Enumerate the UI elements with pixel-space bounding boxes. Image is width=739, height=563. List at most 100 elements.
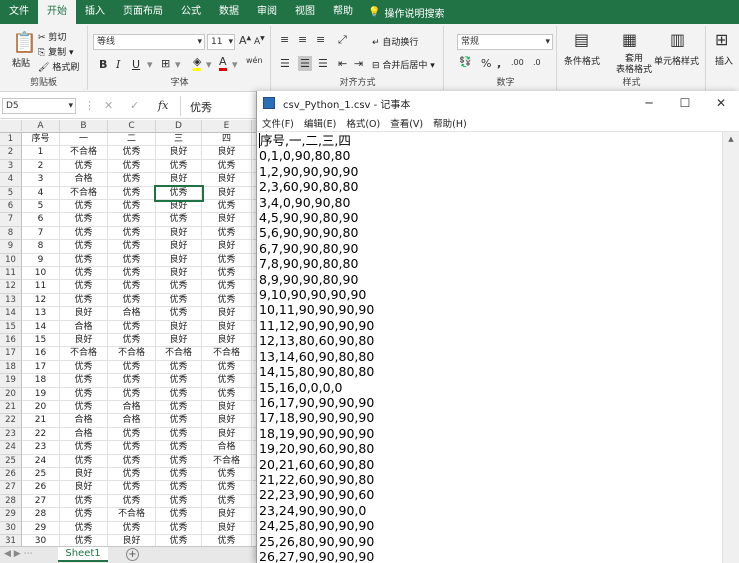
- table-cell[interactable]: 不合格: [60, 347, 108, 361]
- table-cell[interactable]: 优秀: [156, 494, 202, 509]
- notepad-text-area[interactable]: 序号,一,二,三,四 0,1,0,90,80,80 1,2,90,90,90,90 2…: [257, 132, 723, 563]
- ribbon-tab[interactable]: 插入: [76, 0, 114, 24]
- bold-button[interactable]: B: [99, 58, 107, 71]
- table-cell[interactable]: 20: [22, 401, 60, 415]
- table-cell[interactable]: 优秀: [108, 280, 156, 294]
- table-cell[interactable]: 9: [22, 253, 60, 267]
- table-cell[interactable]: 优秀: [156, 374, 202, 388]
- fill-color-icon[interactable]: ◈: [193, 56, 202, 71]
- paste-icon[interactable]: 📋: [12, 30, 37, 54]
- table-cell[interactable]: 优秀: [60, 508, 108, 522]
- table-cell[interactable]: 优秀: [202, 494, 252, 509]
- table-cell[interactable]: 良好: [156, 267, 202, 281]
- maximize-button[interactable]: ☐: [667, 91, 703, 115]
- table-cell[interactable]: 优秀: [108, 320, 156, 334]
- font-size-select[interactable]: 11 ▾: [207, 34, 235, 50]
- table-cell[interactable]: 优秀: [202, 267, 252, 281]
- row-header[interactable]: 26: [0, 468, 22, 482]
- notepad-menu-item[interactable]: 查看(V): [385, 116, 428, 130]
- row-header[interactable]: 14: [0, 307, 22, 321]
- row-header[interactable]: 11: [0, 267, 22, 281]
- table-cell[interactable]: 19: [22, 387, 60, 401]
- table-cell[interactable]: 16: [22, 347, 60, 361]
- decrease-decimal-button[interactable]: .0: [533, 58, 541, 67]
- cell-styles-icon[interactable]: ▥: [670, 30, 685, 49]
- table-cell[interactable]: 优秀: [60, 387, 108, 401]
- table-cell[interactable]: 优秀: [156, 521, 202, 535]
- comma-button[interactable]: ,: [497, 57, 501, 70]
- table-cell[interactable]: 优秀: [156, 360, 202, 375]
- insert-function-icon[interactable]: fx: [158, 99, 168, 112]
- table-cell[interactable]: 3: [22, 173, 60, 187]
- table-cell[interactable]: 优秀: [156, 468, 202, 482]
- row-header[interactable]: 5: [0, 186, 22, 200]
- table-cell[interactable]: 优秀: [156, 213, 202, 227]
- currency-icon[interactable]: 💱: [459, 57, 471, 68]
- sheet-nav-icon[interactable]: ◀ ▶ ⋯: [4, 549, 33, 559]
- table-cell[interactable]: 优秀: [108, 293, 156, 308]
- align-middle-icon[interactable]: ≡: [298, 33, 307, 46]
- row-header[interactable]: 22: [0, 414, 22, 428]
- align-right-icon[interactable]: ☰: [318, 57, 328, 70]
- table-cell[interactable]: 优秀: [60, 226, 108, 241]
- table-cell[interactable]: 三: [156, 133, 202, 147]
- table-cell[interactable]: 良好: [202, 320, 252, 334]
- table-cell[interactable]: 优秀: [108, 146, 156, 160]
- font-color-icon[interactable]: A: [219, 56, 227, 71]
- table-cell[interactable]: 25: [22, 468, 60, 482]
- table-cell[interactable]: 优秀: [156, 280, 202, 294]
- table-cell[interactable]: 合格: [60, 320, 108, 334]
- row-header[interactable]: 2: [0, 146, 22, 160]
- table-cell[interactable]: 良好: [60, 307, 108, 321]
- close-button[interactable]: ✕: [703, 91, 739, 115]
- table-cell[interactable]: 6: [22, 213, 60, 227]
- table-cell[interactable]: 良好: [108, 535, 156, 546]
- table-cell[interactable]: 优秀: [108, 468, 156, 482]
- table-cell[interactable]: 2: [22, 159, 60, 174]
- table-cell[interactable]: 优秀: [108, 240, 156, 254]
- column-header[interactable]: C: [108, 120, 156, 133]
- table-cell[interactable]: 27: [22, 494, 60, 509]
- row-header[interactable]: 9: [0, 240, 22, 254]
- table-cell[interactable]: 良好: [156, 240, 202, 254]
- chevron-down-icon[interactable]: ▾: [175, 58, 181, 71]
- row-header[interactable]: 17: [0, 347, 22, 361]
- row-header[interactable]: 6: [0, 200, 22, 214]
- table-cell[interactable]: 合格: [108, 401, 156, 415]
- table-cell[interactable]: 良好: [202, 146, 252, 160]
- chevron-down-icon[interactable]: ▾: [232, 58, 238, 71]
- table-cell[interactable]: 不合格: [202, 454, 252, 468]
- table-cell[interactable]: 良好: [156, 226, 202, 241]
- copy-button[interactable]: ⎘ 复制 ▾: [38, 45, 73, 58]
- table-cell[interactable]: 优秀: [156, 427, 202, 442]
- table-cell[interactable]: 优秀: [202, 481, 252, 495]
- font-name-select[interactable]: 等线 ▾: [93, 34, 205, 50]
- row-header[interactable]: 8: [0, 226, 22, 241]
- table-cell[interactable]: 合格: [60, 173, 108, 187]
- table-cell[interactable]: 不合格: [108, 347, 156, 361]
- table-cell[interactable]: 4: [22, 186, 60, 200]
- ribbon-tab[interactable]: 数据: [210, 0, 248, 24]
- row-header[interactable]: 4: [0, 173, 22, 187]
- table-format-icon[interactable]: ▦: [622, 30, 637, 49]
- name-box[interactable]: D5 ▾: [2, 98, 76, 114]
- indent-decrease-icon[interactable]: ⇤: [338, 57, 347, 70]
- row-header[interactable]: 20: [0, 387, 22, 401]
- orientation-icon[interactable]: ⤢: [338, 33, 347, 47]
- table-cell[interactable]: 优秀: [60, 494, 108, 509]
- percent-button[interactable]: %: [481, 57, 491, 70]
- table-cell[interactable]: 优秀: [60, 521, 108, 535]
- table-cell[interactable]: 优秀: [156, 535, 202, 546]
- merge-center-button[interactable]: ⊟ 合并后居中 ▾: [372, 58, 435, 71]
- indent-increase-icon[interactable]: ⇥: [354, 57, 363, 70]
- table-cell[interactable]: 优秀: [108, 441, 156, 455]
- table-cell[interactable]: 优秀: [156, 387, 202, 401]
- table-cell[interactable]: 优秀: [156, 508, 202, 522]
- table-cell[interactable]: 合格: [202, 441, 252, 455]
- table-cell[interactable]: 良好: [156, 173, 202, 187]
- table-cell[interactable]: 15: [22, 334, 60, 348]
- table-cell[interactable]: 优秀: [60, 253, 108, 267]
- table-cell[interactable]: 良好: [156, 334, 202, 348]
- table-cell[interactable]: 良好: [202, 334, 252, 348]
- row-header[interactable]: 1: [0, 133, 22, 147]
